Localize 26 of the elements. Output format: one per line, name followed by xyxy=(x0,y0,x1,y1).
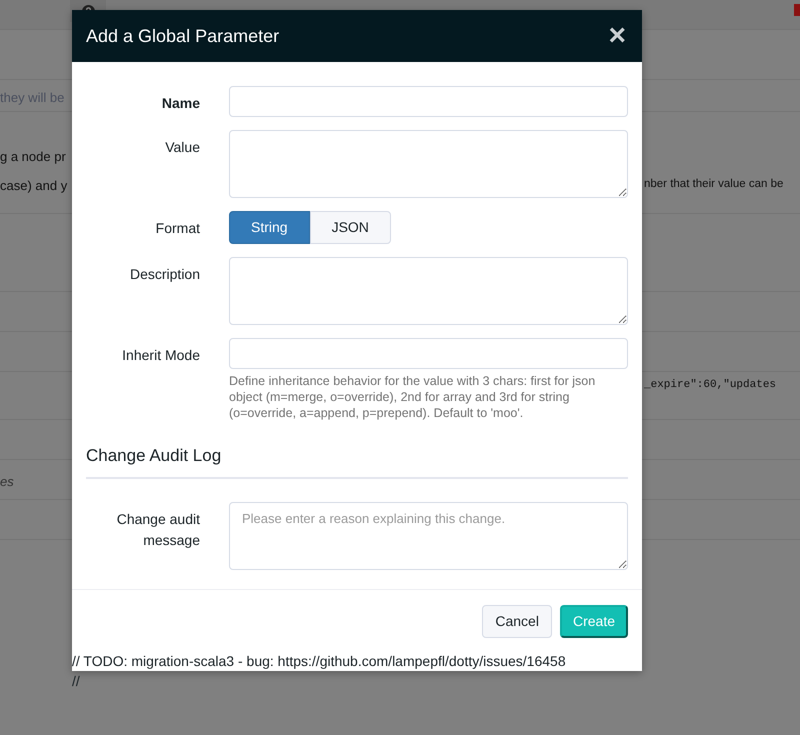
field-label: Value xyxy=(164,138,200,157)
text-field[interactable] xyxy=(229,338,628,369)
cancel-button[interactable]: Cancel xyxy=(482,604,552,638)
close-button[interactable]: × xyxy=(606,21,628,51)
field-label: Inherit Mode xyxy=(121,346,200,365)
comment-text: // TODO: migration-scala3 - bug: https://github.com/lampepfl/dotty/issues/16458 xyxy=(72,652,567,670)
field-label: Format xyxy=(154,219,200,238)
background-text: es xyxy=(0,474,14,489)
notification-marker xyxy=(794,4,800,16)
background-text: _expire":60,"updates xyxy=(644,379,776,391)
background-text: case) and y xyxy=(0,178,68,193)
section-heading: Change Audit Log xyxy=(86,443,628,478)
text-field[interactable] xyxy=(229,86,628,117)
text-area[interactable] xyxy=(229,257,628,325)
field-label: Description xyxy=(128,265,200,284)
format-option[interactable]: String xyxy=(229,211,310,244)
field-label: Name xyxy=(160,94,200,113)
background-text: nber that their value can be xyxy=(644,178,784,190)
format-option[interactable]: JSON xyxy=(310,211,391,244)
comment-text: // xyxy=(72,672,81,690)
field-label: Change audit message xyxy=(116,510,200,550)
text-area[interactable] xyxy=(229,130,628,198)
background-text: g a node pr xyxy=(0,149,66,164)
modal-title: Add a Global Parameter xyxy=(86,24,280,48)
help-text: Define inheritance behavior for the value with 3 chars: first for json object (m=merge, o=override), 2nd for array and 3rd for string (o=override, a=append, p=prepend). Default to 'moo'. xyxy=(229,373,596,421)
text-area[interactable]: Please enter a reason explaining this change. xyxy=(229,502,628,570)
